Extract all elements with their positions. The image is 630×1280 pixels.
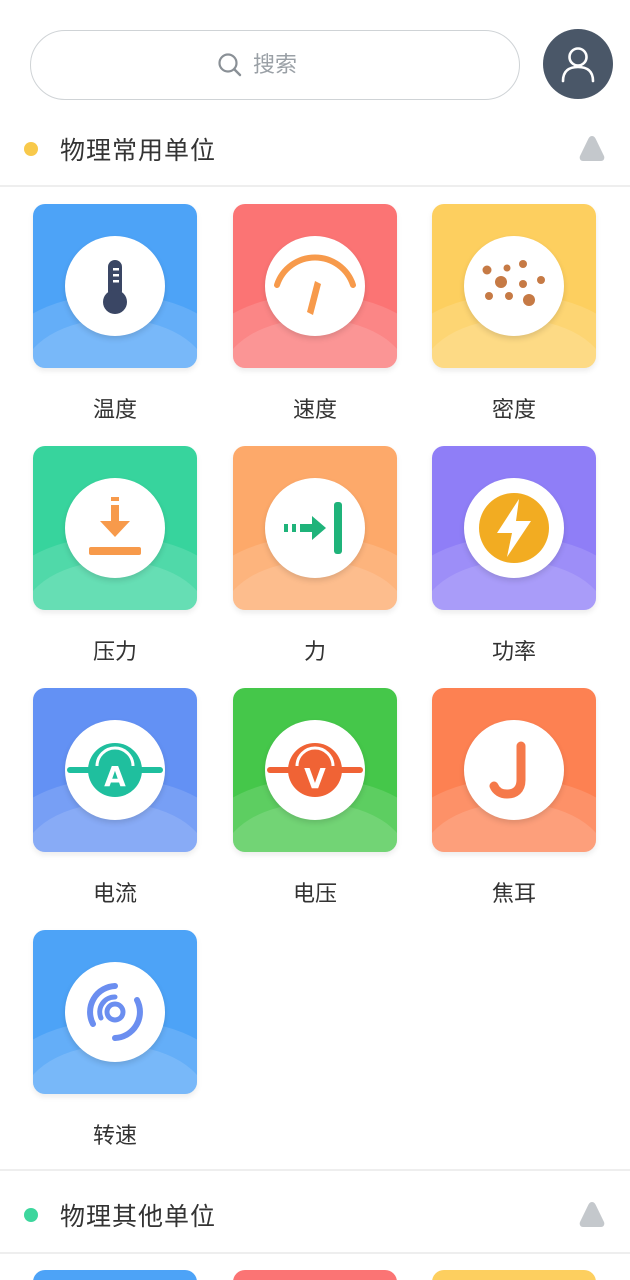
divider (0, 1169, 630, 1171)
search-input[interactable] (253, 52, 333, 78)
tile-joule[interactable] (432, 688, 596, 852)
section-header-other[interactable]: 物理其他单位 (0, 1182, 630, 1248)
tile-partial[interactable] (432, 1270, 596, 1280)
svg-text:A: A (104, 760, 126, 793)
tile-speed[interactable] (233, 204, 397, 368)
tile-pressure[interactable] (33, 446, 197, 610)
collapse-triangle-icon[interactable] (578, 134, 606, 162)
tile-power[interactable] (432, 446, 596, 610)
ammeter-icon: A (67, 743, 163, 797)
tile-density[interactable] (432, 204, 596, 368)
force-arrow-icon (284, 502, 342, 554)
tile-partial[interactable] (33, 1270, 197, 1280)
tile-rotation[interactable] (33, 930, 197, 1094)
tile-label: 功率 (491, 640, 536, 665)
tile-label: 压力 (92, 640, 137, 665)
divider (0, 185, 630, 187)
tile-force[interactable] (233, 446, 397, 610)
tile-label: 速度 (292, 398, 337, 423)
search-bar[interactable] (30, 30, 520, 100)
section-dot (24, 1208, 38, 1222)
voltmeter-icon: V (267, 743, 363, 797)
section-header-common[interactable]: 物理常用单位 (0, 116, 630, 182)
tile-label: 电压 (292, 882, 337, 907)
thermometer-icon (103, 260, 127, 314)
section-dot (24, 142, 38, 156)
tile-voltage[interactable]: V (233, 688, 397, 852)
top-bar (0, 0, 630, 120)
tile-label: 力 (303, 640, 326, 665)
density-dots-icon (482, 260, 545, 306)
pressure-download-icon (89, 497, 141, 555)
joule-icon (489, 741, 526, 799)
collapse-triangle-icon[interactable] (578, 1200, 606, 1228)
lightning-icon (479, 493, 549, 563)
avatar[interactable] (543, 29, 613, 99)
tile-label: 电流 (92, 882, 137, 907)
section-title: 物理常用单位 (60, 136, 217, 165)
search-icon (218, 53, 242, 77)
tile-partial[interactable] (233, 1270, 397, 1280)
tile-label: 焦耳 (491, 882, 536, 907)
user-icon (561, 47, 595, 83)
section-title: 物理其他单位 (60, 1202, 217, 1231)
speedometer-icon (274, 254, 356, 315)
tile-label: 温度 (92, 398, 137, 423)
rotation-icon (87, 983, 143, 1041)
svg-text:V: V (304, 762, 326, 795)
tile-label: 转速 (92, 1124, 137, 1149)
tile-label: 密度 (491, 398, 536, 423)
tile-current[interactable]: A (33, 688, 197, 852)
tile-temperature[interactable] (33, 204, 197, 368)
divider (0, 1252, 630, 1254)
